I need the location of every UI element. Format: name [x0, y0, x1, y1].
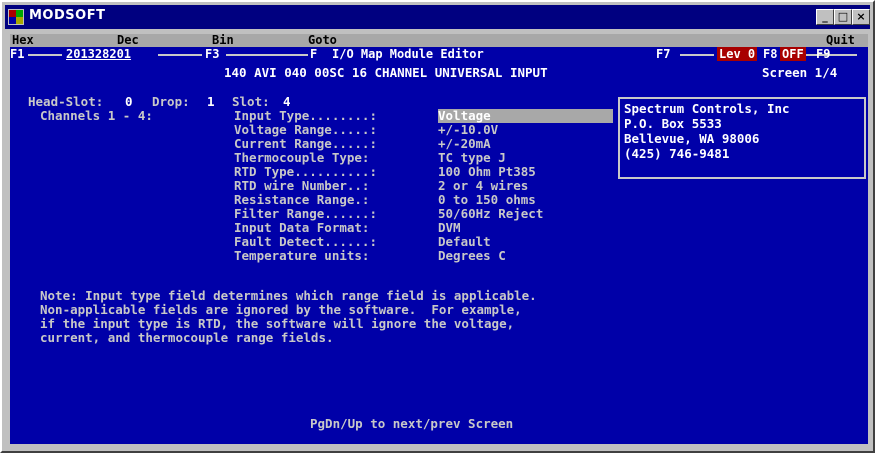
level-badge: Lev 0 [717, 47, 758, 61]
vendor-info-box: Spectrum Controls, Inc P.O. Box 5533 Bel… [618, 97, 866, 179]
note-line-1: Note: Input type field determines which … [40, 288, 537, 303]
vendor-phone: (425) 746-9481 [624, 146, 730, 161]
menu-bar: Hex Dec Bin Goto Quit [10, 34, 868, 47]
app-window: MODSOFT _ □ × Hex Dec Bin Goto Quit F1 2… [0, 0, 875, 453]
f9-key[interactable]: F9 [816, 47, 830, 61]
function-key-line: F1 201328201 F3 F I/O Map Module Editor … [10, 47, 868, 61]
f7-key[interactable]: F7 [656, 47, 670, 61]
resistance-range-field[interactable]: 0 to 150 ohms [438, 193, 536, 207]
rtd-wire-number-label: RTD wire Number..: [234, 178, 370, 193]
off-badge: OFF [780, 47, 806, 61]
note-line-3: if the input type is RTD, the software w… [40, 316, 515, 331]
editor-title: I/O Map Module Editor [332, 47, 484, 61]
f1-value: 201328201 [66, 47, 132, 61]
input-type-field[interactable]: Voltage [438, 109, 613, 123]
input-data-format-label: Input Data Format: [234, 220, 370, 235]
input-type-label: Input Type........: [234, 108, 377, 123]
temperature-units-label: Temperature units: [234, 248, 370, 263]
title-bar[interactable]: MODSOFT _ □ × [5, 5, 870, 29]
vendor-city: Bellevue, WA 98006 [624, 131, 760, 146]
f8-key[interactable]: F8 [763, 47, 777, 61]
window-title: MODSOFT [29, 8, 106, 23]
current-range-field[interactable]: +/-20mA [438, 137, 491, 151]
thermocouple-type-field[interactable]: TC type J [438, 151, 506, 165]
rtd-type-field[interactable]: 100 Ohm Pt385 [438, 165, 536, 179]
divider [226, 54, 308, 56]
filter-range-field[interactable]: 50/60Hz Reject [438, 207, 543, 221]
divider [28, 54, 62, 56]
dos-screen: Hex Dec Bin Goto Quit F1 201328201 F3 F … [10, 34, 868, 444]
head-slot-value: 0 [125, 94, 133, 109]
minimize-button[interactable]: _ [816, 9, 834, 25]
fault-detect-field[interactable]: Default [438, 235, 491, 249]
drop-value: 1 [207, 94, 215, 109]
slot-value: 4 [283, 94, 291, 109]
thermocouple-type-label: Thermocouple Type: [234, 150, 370, 165]
resistance-range-label: Resistance Range.: [234, 192, 370, 207]
vendor-name: Spectrum Controls, Inc [624, 101, 790, 116]
slot-label: Slot: [232, 94, 270, 109]
f3-key[interactable]: F3 [205, 47, 219, 61]
rtd-wire-number-field[interactable]: 2 or 4 wires [438, 179, 528, 193]
vendor-po-box: P.O. Box 5533 [624, 116, 722, 131]
f5-key[interactable]: F [310, 47, 317, 61]
temperature-units-field[interactable]: Degrees C [438, 249, 506, 263]
note-line-4: current, and thermocouple range fields. [40, 330, 334, 345]
rtd-type-label: RTD Type..........: [234, 164, 377, 179]
head-slot-label: Head-Slot: [28, 94, 104, 109]
drop-label: Drop: [152, 94, 190, 109]
maximize-button[interactable]: □ [834, 9, 852, 25]
module-description: 140 AVI 040 00SC 16 CHANNEL UNIVERSAL IN… [224, 65, 548, 80]
note-line-2: Non-applicable fields are ignored by the… [40, 302, 522, 317]
current-range-label: Current Range.....: [234, 136, 377, 151]
menu-goto[interactable]: Goto [308, 34, 337, 47]
menu-bin[interactable]: Bin [212, 34, 234, 47]
voltage-range-label: Voltage Range.....: [234, 122, 377, 137]
fault-detect-label: Fault Detect......: [234, 234, 377, 249]
divider [158, 54, 202, 56]
app-icon [8, 9, 24, 25]
menu-quit[interactable]: Quit [826, 34, 855, 47]
f1-key[interactable]: F1 [10, 47, 24, 61]
close-button[interactable]: × [852, 9, 870, 25]
divider [680, 54, 714, 56]
screen-indicator: Screen 1/4 [762, 65, 838, 80]
voltage-range-field[interactable]: +/-10.0V [438, 123, 498, 137]
menu-hex[interactable]: Hex [12, 34, 34, 47]
filter-range-label: Filter Range......: [234, 206, 377, 221]
channels-label: Channels 1 - 4: [40, 108, 153, 123]
menu-dec[interactable]: Dec [117, 34, 139, 47]
page-navigation-hint: PgDn/Up to next/prev Screen [310, 416, 514, 431]
input-data-format-field[interactable]: DVM [438, 221, 461, 235]
